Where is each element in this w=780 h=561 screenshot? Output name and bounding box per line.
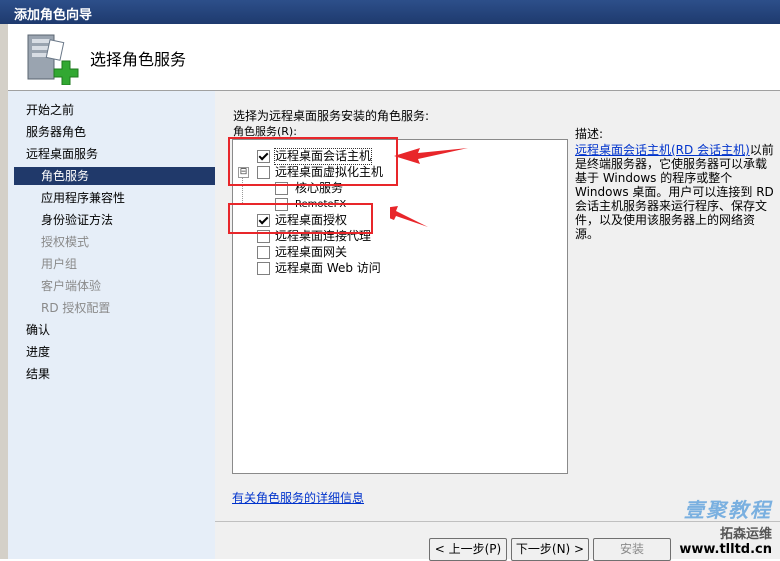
watermark-line3: www.tlltd.cn [679,542,772,557]
instruction-text: 选择为远程桌面服务安装的角色服务: [233,109,430,123]
wizard-nav: 开始之前 服务器角色 远程桌面服务 角色服务 应用程序兼容性 身份验证方法 授权… [8,91,215,559]
nav-item-role-services[interactable]: 角色服务 [14,167,215,185]
service-label: 远程桌面 Web 访问 [275,261,381,275]
service-row[interactable]: 远程桌面网关 [233,245,563,260]
next-button[interactable]: 下一步(N) > [511,538,589,561]
nav-item-user-groups: 用户组 [41,257,78,271]
nav-item-progress[interactable]: 进度 [26,343,50,361]
back-button[interactable]: < 上一步(P) [429,538,507,561]
page-title: 选择角色服务 [90,50,187,69]
description-label: 描述: [575,127,604,141]
window-frame-left [0,24,8,559]
watermark-line2: 拓森运维 [719,527,772,542]
description-panel: 远程桌面会话主机(RD 会话主机)以前是终端服务器，它使服务器可以承载基于 Wi… [575,143,775,241]
description-link[interactable]: 远程桌面会话主机(RD 会话主机) [575,143,750,157]
nav-item-auth-method[interactable]: 身份验证方法 [41,211,113,229]
watermark-line1: 壹聚教程 [684,498,772,522]
annotation-arrows [390,148,468,227]
wizard-header: 选择角色服务 [8,24,780,91]
nav-item-confirmation[interactable]: 确认 [26,321,50,339]
description-text: 以前是终端服务器，它使服务器可以承载基于 Windows 的程序或整个 Wind… [575,143,774,241]
nav-item-before-you-begin[interactable]: 开始之前 [26,101,74,119]
nav-item-licensing-mode: 授权模式 [41,235,90,249]
more-info-link[interactable]: 有关角色服务的详细信息 [232,489,364,506]
service-checkbox[interactable] [257,246,270,259]
nav-item-results[interactable]: 结果 [26,365,50,383]
window-title: 添加角色向导 [14,8,93,23]
nav-item-rd-licensing-config: RD 授权配置 [41,301,111,315]
watermark: 壹聚教程 拓森运维 www.tlltd.cn [679,494,772,557]
title-bar: 添加角色向导 [0,0,780,24]
annotation-box [228,137,398,186]
nav-item-remote-desktop-services[interactable]: 远程桌面服务 [26,145,98,163]
nav-item-server-roles[interactable]: 服务器角色 [26,123,86,141]
annotation-box [228,203,373,234]
service-label: 远程桌面网关 [275,245,348,259]
nav-item-client-experience: 客户端体验 [41,279,102,293]
service-checkbox[interactable] [257,262,270,275]
service-row[interactable]: 远程桌面 Web 访问 [233,261,563,276]
nav-item-app-compat[interactable]: 应用程序兼容性 [41,189,125,207]
server-add-icon [27,34,79,85]
install-button[interactable]: 安装 [593,538,671,561]
